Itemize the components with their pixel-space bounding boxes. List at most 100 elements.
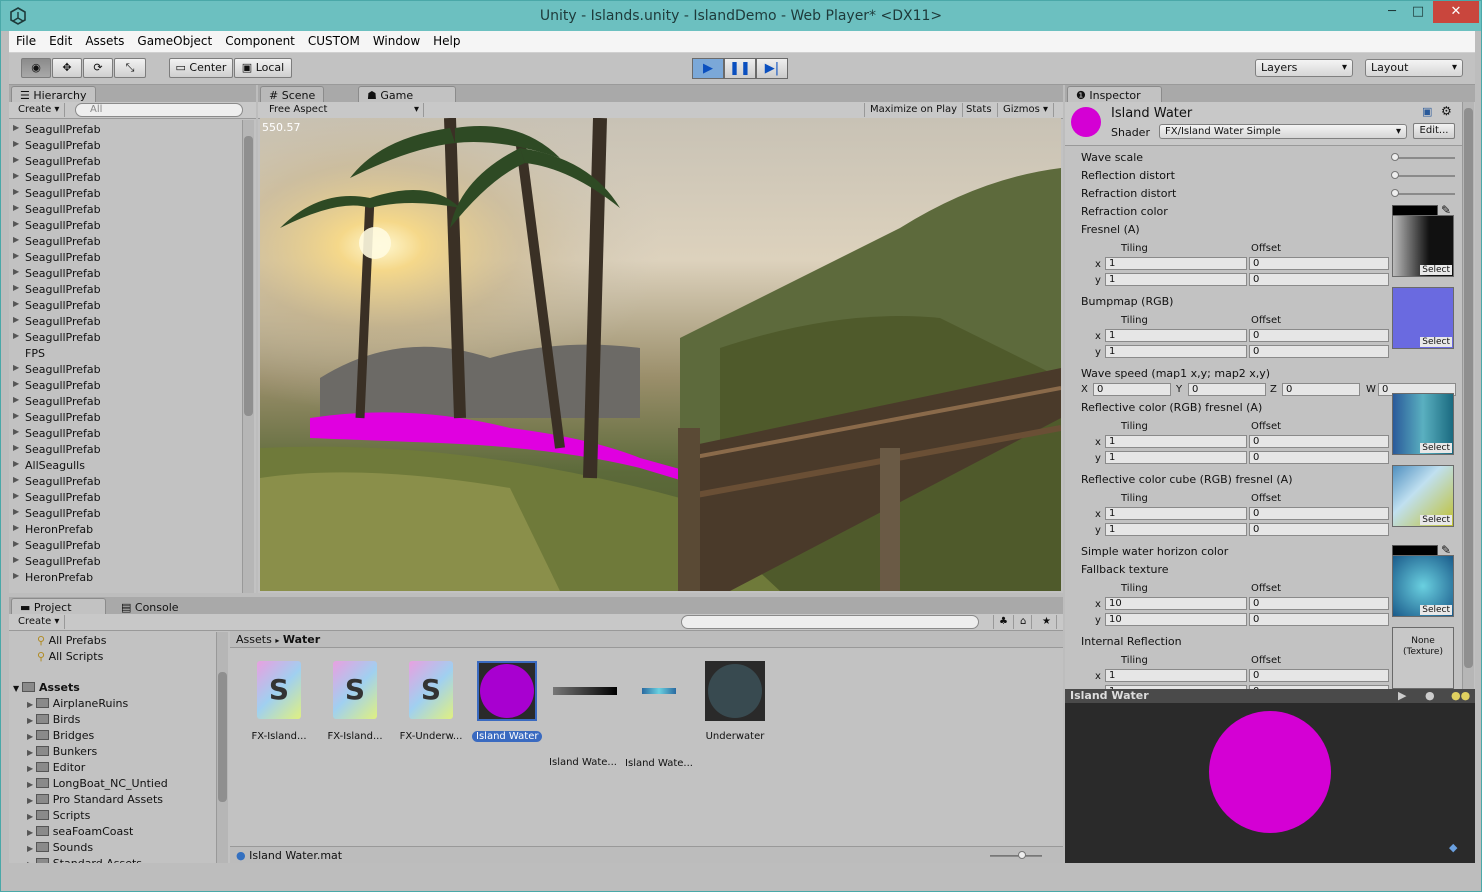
asset-item[interactable]: S FX-Underw... <box>396 661 466 742</box>
pause-button[interactable]: ❚❚ <box>724 58 756 79</box>
wave-scale-slider-knob[interactable] <box>1391 153 1399 161</box>
hierarchy-item[interactable]: ▶ SeagullPrefab <box>9 330 241 346</box>
fallback-select-button[interactable]: Select <box>1420 605 1452 615</box>
reflective-color-tiling-x-input[interactable]: 1 <box>1105 435 1247 448</box>
hierarchy-item[interactable]: ▶ SeagullPrefab <box>9 394 241 410</box>
project-tree-scrollbar[interactable] <box>216 632 228 863</box>
expand-arrow-icon[interactable]: ▶ <box>13 571 19 580</box>
hierarchy-item[interactable]: ▶ SeagullPrefab <box>9 554 241 570</box>
expand-arrow-icon[interactable]: ▶ <box>13 267 19 276</box>
filter-label-button[interactable]: ⌂ <box>1015 615 1033 629</box>
play-button[interactable]: ▶ <box>692 58 724 79</box>
expand-arrow-icon[interactable]: ▶ <box>13 251 19 260</box>
bumpmap-offset-x-input[interactable]: 0 <box>1249 329 1389 342</box>
filter-type-button[interactable]: ♣ <box>993 615 1014 629</box>
expand-arrow-icon[interactable]: ▶ <box>27 860 36 863</box>
hierarchy-item[interactable]: ▶ SeagullPrefab <box>9 378 241 394</box>
hierarchy-item[interactable]: ▶ SeagullPrefab <box>9 266 241 282</box>
fresnel-offset-y-input[interactable]: 0 <box>1249 273 1389 286</box>
hierarchy-item[interactable]: ▶ SeagullPrefab <box>9 506 241 522</box>
reflective-cube-tiling-y-input[interactable]: 1 <box>1105 523 1247 536</box>
fallback-tiling-x-input[interactable]: 10 <box>1105 597 1247 610</box>
bumpmap-tiling-y-input[interactable]: 1 <box>1105 345 1247 358</box>
breadcrumb-assets[interactable]: Assets <box>236 633 272 646</box>
fallback-tiling-y-input[interactable]: 10 <box>1105 613 1247 626</box>
menu-window[interactable]: Window <box>366 31 426 48</box>
hierarchy-item[interactable]: ▶ SeagullPrefab <box>9 186 241 202</box>
hierarchy-item[interactable]: ▶ SeagullPrefab <box>9 426 241 442</box>
expand-arrow-icon[interactable]: ▶ <box>13 331 19 340</box>
expand-arrow-icon[interactable]: ▶ <box>13 507 19 516</box>
reflective-color-texture-slot[interactable]: Select <box>1392 393 1454 455</box>
edit-shader-button[interactable]: Edit... <box>1413 123 1455 139</box>
fallback-offset-x-input[interactable]: 0 <box>1249 597 1389 610</box>
project-tree-scroll-thumb[interactable] <box>218 672 227 802</box>
refraction-distort-slider-track[interactable] <box>1395 193 1455 195</box>
sphere-icon[interactable]: ● <box>1425 689 1435 703</box>
stats-toggle[interactable]: Stats <box>961 103 998 117</box>
hierarchy-item[interactable]: ▶ SeagullPrefab <box>9 490 241 506</box>
expand-arrow-icon[interactable]: ▶ <box>13 187 19 196</box>
reflective-color-select-button[interactable]: Select <box>1420 443 1452 453</box>
icon-size-slider[interactable] <box>990 855 1042 857</box>
reflective-cube-offset-y-input[interactable]: 0 <box>1249 523 1389 536</box>
asset-item[interactable]: S FX-Island... <box>320 661 390 742</box>
gear-icon[interactable]: ⚙ <box>1441 104 1452 118</box>
hierarchy-scrollbar[interactable] <box>242 120 254 593</box>
expand-arrow-icon[interactable]: ▶ <box>13 523 19 532</box>
icon-size-slider-knob[interactable] <box>1018 851 1026 859</box>
folder-item[interactable]: ▶ Editor <box>27 761 85 777</box>
folder-item[interactable]: ▶ Sounds <box>27 841 93 857</box>
hierarchy-item[interactable]: ▶ SeagullPrefab <box>9 442 241 458</box>
expand-arrow-icon[interactable]: ▶ <box>13 123 19 132</box>
maximize-on-play-toggle[interactable]: Maximize on Play <box>864 103 964 117</box>
expand-arrow-icon[interactable]: ▶ <box>13 219 19 228</box>
menu-gameobject[interactable]: GameObject <box>130 31 218 48</box>
bumpmap-tiling-x-input[interactable]: 1 <box>1105 329 1247 342</box>
move-tool-button[interactable]: ✥ <box>52 58 82 78</box>
favorite-all-prefabs[interactable]: ⚲ All Prefabs <box>37 634 107 650</box>
aspect-dropdown[interactable]: Free Aspect ▾ <box>264 103 424 117</box>
hierarchy-item[interactable]: ▶ HeronPrefab <box>9 522 241 538</box>
pivot-local-button[interactable]: ▣ Local <box>234 58 292 78</box>
hierarchy-item[interactable]: ▶ SeagullPrefab <box>9 314 241 330</box>
expand-arrow-icon[interactable]: ▶ <box>27 828 36 837</box>
expand-arrow-icon[interactable]: ▶ <box>13 139 19 148</box>
reflective-color-tiling-y-input[interactable]: 1 <box>1105 451 1247 464</box>
hierarchy-create-button[interactable]: Create ▾ <box>13 103 66 117</box>
reflection-distort-slider-knob[interactable] <box>1391 171 1399 179</box>
expand-arrow-icon[interactable]: ▶ <box>27 764 36 773</box>
fresnel-tiling-x-input[interactable]: 1 <box>1105 257 1247 270</box>
expand-arrow-icon[interactable]: ▶ <box>27 748 36 757</box>
expand-arrow-icon[interactable]: ▶ <box>13 411 19 420</box>
inspector-scroll-thumb[interactable] <box>1464 108 1473 668</box>
expand-arrow-icon[interactable]: ▶ <box>13 315 19 324</box>
favorite-button[interactable]: ★ <box>1037 615 1057 629</box>
breadcrumb-water[interactable]: Water <box>283 633 320 646</box>
hierarchy-item[interactable]: ▶ SeagullPrefab <box>9 250 241 266</box>
reflective-color-offset-y-input[interactable]: 0 <box>1249 451 1389 464</box>
expand-arrow-icon[interactable]: ▶ <box>13 155 19 164</box>
expand-arrow-icon[interactable]: ▶ <box>13 459 19 468</box>
hierarchy-item[interactable]: ▶ SeagullPrefab <box>9 282 241 298</box>
hierarchy-item[interactable]: ▶ HeronPrefab <box>9 570 241 586</box>
asset-item[interactable]: Island Wate... <box>548 661 618 768</box>
wave-scale-slider-track[interactable] <box>1395 157 1455 159</box>
layers-dropdown[interactable]: Layers <box>1255 59 1353 77</box>
hierarchy-search-input[interactable]: All <box>75 103 243 117</box>
gizmos-dropdown[interactable]: Gizmos ▾ <box>998 103 1055 117</box>
reflective-cube-select-button[interactable]: Select <box>1420 515 1452 525</box>
fresnel-offset-x-input[interactable]: 0 <box>1249 257 1389 270</box>
menu-assets[interactable]: Assets <box>78 31 130 48</box>
bumpmap-offset-y-input[interactable]: 0 <box>1249 345 1389 358</box>
hierarchy-item[interactable]: ▶ SeagullPrefab <box>9 202 241 218</box>
project-create-button[interactable]: Create ▾ <box>13 615 66 629</box>
expand-arrow-icon[interactable]: ▶ <box>27 780 36 789</box>
hierarchy-item[interactable]: ▶ SeagullPrefab <box>9 298 241 314</box>
expand-arrow-icon[interactable]: ▶ <box>13 491 19 500</box>
reflective-cube-offset-x-input[interactable]: 0 <box>1249 507 1389 520</box>
expand-arrow-icon[interactable]: ▶ <box>13 171 19 180</box>
folder-item[interactable]: ▶ LongBoat_NC_Untied <box>27 777 168 793</box>
fresnel-tiling-y-input[interactable]: 1 <box>1105 273 1247 286</box>
pivot-center-button[interactable]: ▭ Center <box>169 58 233 78</box>
